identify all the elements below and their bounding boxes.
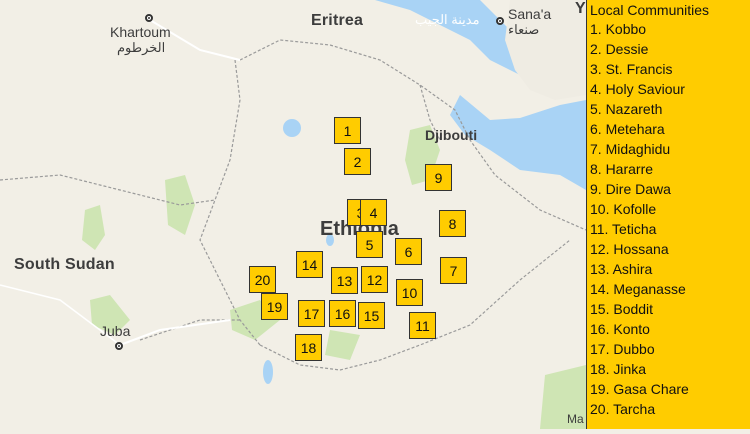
map-edge-label: Ma [567,412,584,426]
legend-item: 20. Tarcha [590,401,656,417]
eritrea-label: Eritrea [311,12,364,29]
sanaa-city-dot [496,17,504,25]
khartoum-city-dot [145,14,153,22]
legend-list: 1. Kobbo 2. Dessie 3. St. Francis 4. Hol… [590,19,747,419]
juba-label: Juba [100,323,131,339]
marker-dire-dawa[interactable]: 9 [425,164,452,191]
marker-kobbo[interactable]: 1 [334,117,361,144]
legend-panel: Local Communities 1. Kobbo 2. Dessie 3. … [586,0,750,429]
south-sudan-label: South Sudan [14,256,115,273]
sanaa-arabic-label: صنعاء [508,22,540,37]
legend-item: 14. Meganasse [590,281,686,297]
legend-item: 2. Dessie [590,41,649,57]
legend-item: 3. St. Francis [590,61,673,77]
khartoum-arabic-label: الخرطوم [117,40,166,55]
legend-item: 16. Konto [590,321,650,337]
legend-item: 12. Hossana [590,241,669,257]
djibouti-label: Djibouti [425,127,478,143]
legend-item: 11. Teticha [590,221,657,237]
legend-item: 7. Midaghidu [590,141,671,157]
sanaa-label: Sana'a [508,6,552,22]
marker-teticha[interactable]: 11 [409,312,436,339]
legend-item: 10. Kofolle [590,201,657,217]
marker-boddit[interactable]: 15 [358,302,385,329]
legend-item: 18. Jinka [590,361,647,377]
marker-nazareth[interactable]: 5 [356,231,383,258]
marker-midaghidu[interactable]: 7 [440,257,467,284]
marker-kofolle[interactable]: 10 [396,279,423,306]
marker-dessie[interactable]: 2 [344,148,371,175]
legend-item: 19. Gasa Chare [590,381,689,397]
marker-ashira[interactable]: 13 [331,267,358,294]
marker-holy-saviour[interactable]: 4 [360,199,387,226]
legend-item: 1. Kobbo [590,21,647,37]
khartoum-label: Khartoum [110,24,171,40]
marker-konto[interactable]: 16 [329,300,356,327]
legend-item: 8. Hararre [590,161,654,177]
red-sea-city-arabic-label: مدينة الجيب [415,12,480,27]
marker-meganasse[interactable]: 14 [296,251,323,278]
legend-item: 9. Dire Dawa [590,181,671,197]
marker-dubbo[interactable]: 17 [298,300,325,327]
legend-item: 6. Metehara [590,121,665,137]
juba-city-dot [115,342,123,350]
marker-jinka[interactable]: 18 [295,334,322,361]
marker-hararre[interactable]: 8 [439,210,466,237]
marker-tarcha[interactable]: 20 [249,266,276,293]
marker-metehara[interactable]: 6 [395,238,422,265]
legend-item: 5. Nazareth [590,101,663,117]
legend-item: 13. Ashira [590,261,653,277]
legend-title: Local Communities [590,2,710,18]
legend-item: 17. Dubbo [590,341,655,357]
yemen-edge-label: Y [575,0,586,17]
legend-item: 4. Holy Saviour [590,81,685,97]
marker-hossana[interactable]: 12 [361,266,388,293]
legend-item: 15. Boddit [590,301,654,317]
marker-gasa-chare[interactable]: 19 [261,293,288,320]
